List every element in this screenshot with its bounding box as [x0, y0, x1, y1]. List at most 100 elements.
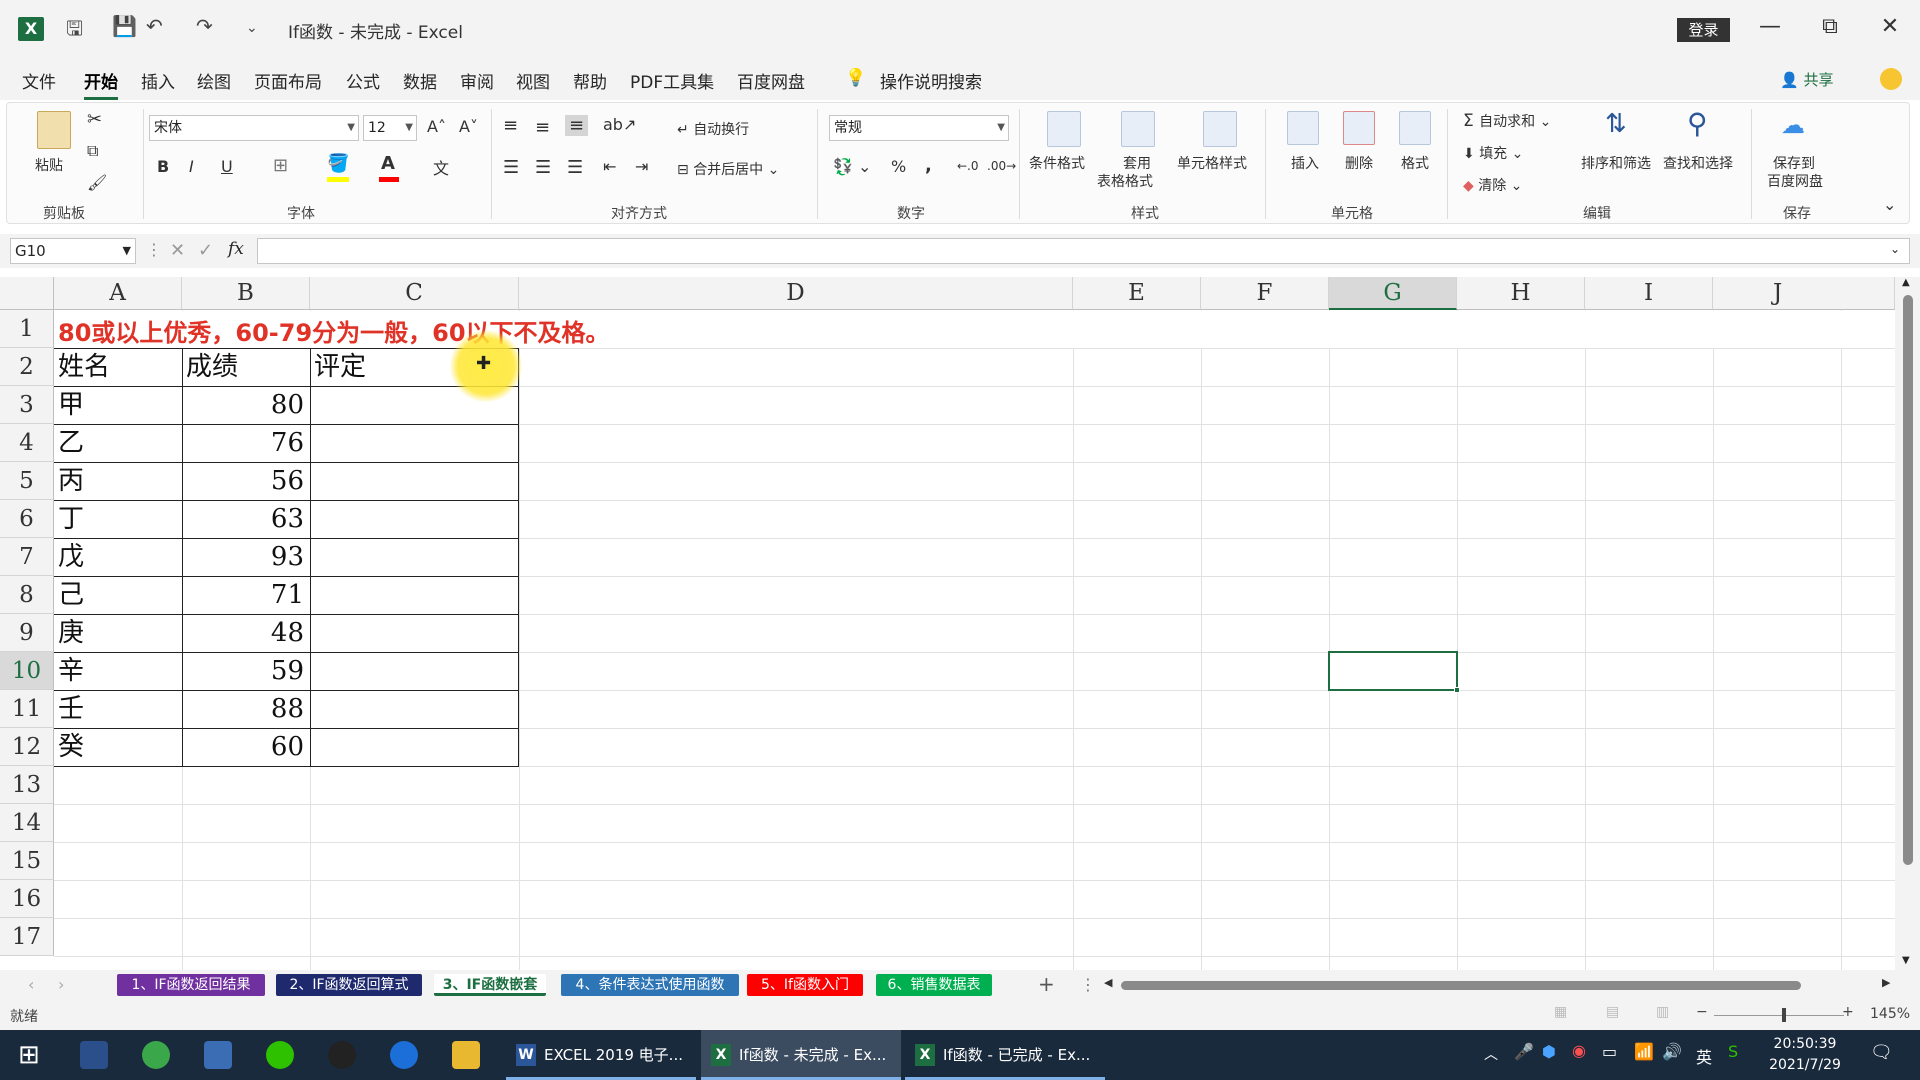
save-to-baidu-line2[interactable]: 百度网盘 — [1767, 171, 1823, 191]
selected-cell-g10[interactable] — [1328, 651, 1460, 693]
column-header-h[interactable]: H — [1457, 277, 1585, 310]
name-cell[interactable]: 庚 — [54, 614, 182, 652]
increase-font-icon[interactable]: A˄ — [427, 117, 446, 136]
qq-icon[interactable] — [328, 1041, 356, 1069]
row-header-3[interactable]: 3 — [0, 386, 54, 424]
font-size-combo[interactable]: 12 ▼ — [363, 115, 417, 141]
cell-a1-title[interactable]: 80或以上优秀，60-79分为一般，60以下不及格。 — [58, 313, 610, 348]
row-header-12[interactable]: 12 — [0, 728, 54, 766]
save-to-baidu-line1[interactable]: 保存到 — [1773, 153, 1815, 173]
name-cell[interactable]: 己 — [54, 576, 182, 614]
name-cell[interactable]: 甲 — [54, 386, 182, 424]
tab-baidu-netdisk[interactable]: 百度网盘 — [737, 68, 805, 93]
row-header-13[interactable]: 13 — [0, 766, 54, 804]
login-button[interactable]: 登录 — [1677, 18, 1730, 42]
clear-button[interactable]: ◆ 清除 ⌄ — [1463, 175, 1522, 195]
row-header-5[interactable]: 5 — [0, 462, 54, 500]
row-header-11[interactable]: 11 — [0, 690, 54, 728]
row-header-9[interactable]: 9 — [0, 614, 54, 652]
wrap-text-button[interactable]: ↵ 自动换行 — [677, 119, 749, 139]
cell-styles-icon[interactable] — [1203, 111, 1237, 147]
insert-cells-icon[interactable] — [1287, 111, 1319, 145]
page-layout-view-icon[interactable]: ▤ — [1606, 1004, 1619, 1020]
security-icon[interactable]: ⬢ — [1542, 1042, 1556, 1061]
scroll-right-icon[interactable]: ▶ — [1882, 976, 1890, 989]
sogou-icon[interactable] — [390, 1041, 418, 1069]
orientation-icon[interactable]: ab↗ — [603, 115, 636, 134]
format-as-table-button-line1[interactable]: 套用 — [1123, 153, 1151, 173]
taskbar-app-excel-complete[interactable]: If函数 - 已完成 - Ex... — [905, 1030, 1105, 1080]
borders-icon[interactable]: ⊞ — [273, 155, 288, 176]
windows-start-icon[interactable]: ⊞ — [18, 1040, 40, 1070]
score-cell[interactable]: 80 — [182, 386, 310, 424]
font-name-combo[interactable]: 宋体 ▼ — [149, 115, 359, 141]
wechat-icon[interactable] — [266, 1041, 294, 1069]
tab-insert[interactable]: 插入 — [141, 68, 175, 93]
sort-filter-icon[interactable]: ⇅ — [1605, 109, 1627, 139]
file-explorer-icon[interactable] — [452, 1041, 480, 1069]
zoom-in-icon[interactable]: + — [1842, 1004, 1854, 1020]
score-cell[interactable]: 71 — [182, 576, 310, 614]
microphone-icon[interactable]: 🎤 — [1514, 1042, 1534, 1061]
tab-help[interactable]: 帮助 — [573, 68, 607, 93]
tab-data[interactable]: 数据 — [403, 68, 437, 93]
zoom-slider[interactable] — [1714, 1015, 1844, 1016]
horizontal-scroll-thumb[interactable] — [1121, 981, 1801, 990]
score-cell[interactable]: 56 — [182, 462, 310, 500]
redo-icon[interactable]: ↷ — [196, 14, 213, 38]
decrease-decimal-icon[interactable]: .00→ — [987, 159, 1016, 173]
name-cell[interactable]: 丙 — [54, 462, 182, 500]
format-as-table-button-line2[interactable]: 表格格式 — [1097, 171, 1153, 191]
undo-icon[interactable]: ↶ — [146, 14, 163, 38]
find-select-icon[interactable]: ⚲ — [1687, 107, 1708, 140]
tray-expand-icon[interactable]: ︿ — [1484, 1044, 1498, 1064]
prev-sheet-icon[interactable]: ‹ — [28, 975, 34, 994]
column-header-d[interactable]: D — [519, 277, 1073, 310]
column-header-j[interactable]: J — [1713, 277, 1895, 310]
font-color-icon[interactable]: A — [381, 153, 395, 174]
autosum-button[interactable]: Σ 自动求和 ⌄ — [1463, 111, 1551, 131]
taskbar-app-excel-incomplete[interactable]: If函数 - 未完成 - Ex... — [701, 1030, 901, 1080]
select-all-corner[interactable] — [0, 277, 54, 310]
tab-file[interactable]: 文件 — [22, 68, 56, 93]
score-cell[interactable]: 93 — [182, 538, 310, 576]
accounting-format-icon[interactable]: 💱 ⌄ — [833, 157, 871, 176]
header-name-cell[interactable]: 姓名 — [54, 348, 182, 386]
conditional-format-icon[interactable] — [1047, 111, 1081, 147]
system-clock[interactable]: 20:50:39 2021/7/29 — [1755, 1034, 1855, 1076]
row-header-1[interactable]: 1 — [0, 310, 54, 348]
scroll-left-icon[interactable]: ◀ — [1104, 976, 1112, 989]
page-break-view-icon[interactable]: ▥ — [1656, 1004, 1669, 1020]
volume-icon[interactable]: 🔊 — [1662, 1042, 1682, 1061]
sheet-tab-5[interactable]: 5、If函数入门 — [747, 974, 863, 996]
name-cell[interactable]: 丁 — [54, 500, 182, 538]
tab-pdf-tools[interactable]: PDF工具集 — [630, 68, 714, 93]
format-cells-icon[interactable] — [1399, 111, 1431, 145]
row-header-16[interactable]: 16 — [0, 880, 54, 918]
zoom-level[interactable]: 145% — [1870, 1006, 1910, 1022]
browser-icon[interactable] — [142, 1041, 170, 1069]
comma-button[interactable]: , — [925, 155, 932, 176]
battery-icon[interactable]: ▭ — [1602, 1042, 1617, 1061]
fill-button[interactable]: ⬇ 填充 ⌄ — [1463, 143, 1523, 163]
column-header-c[interactable]: C — [310, 277, 519, 310]
restore-button[interactable]: ⧉ — [1815, 14, 1845, 39]
underline-button[interactable]: U — [221, 157, 233, 176]
tell-me-search[interactable]: 操作说明搜索 — [880, 68, 982, 93]
score-cell[interactable]: 76 — [182, 424, 310, 462]
record-icon[interactable]: ◉ — [1572, 1041, 1586, 1060]
sheet-tab-1[interactable]: 1、IF函数返回结果 — [117, 974, 265, 996]
decrease-font-icon[interactable]: A˅ — [459, 117, 478, 136]
align-middle-icon[interactable]: ≡ — [535, 117, 550, 138]
align-right-icon[interactable]: ☰ — [567, 157, 583, 178]
fill-color-icon[interactable]: 🪣 — [327, 153, 349, 174]
add-sheet-icon[interactable]: + — [1038, 972, 1055, 996]
delete-cells-button[interactable]: 删除 — [1345, 153, 1373, 173]
baidu-cloud-icon[interactable]: ☁ — [1781, 111, 1805, 139]
scroll-down-icon[interactable]: ▼ — [1902, 955, 1910, 966]
expand-formula-bar-icon[interactable]: ⌄ — [1890, 242, 1900, 256]
score-cell[interactable]: 60 — [182, 728, 310, 766]
paste-button-label[interactable]: 粘贴 — [35, 155, 63, 175]
name-cell[interactable]: 壬 — [54, 690, 182, 728]
customize-toolbar-icon[interactable]: ⌄ — [246, 20, 258, 36]
